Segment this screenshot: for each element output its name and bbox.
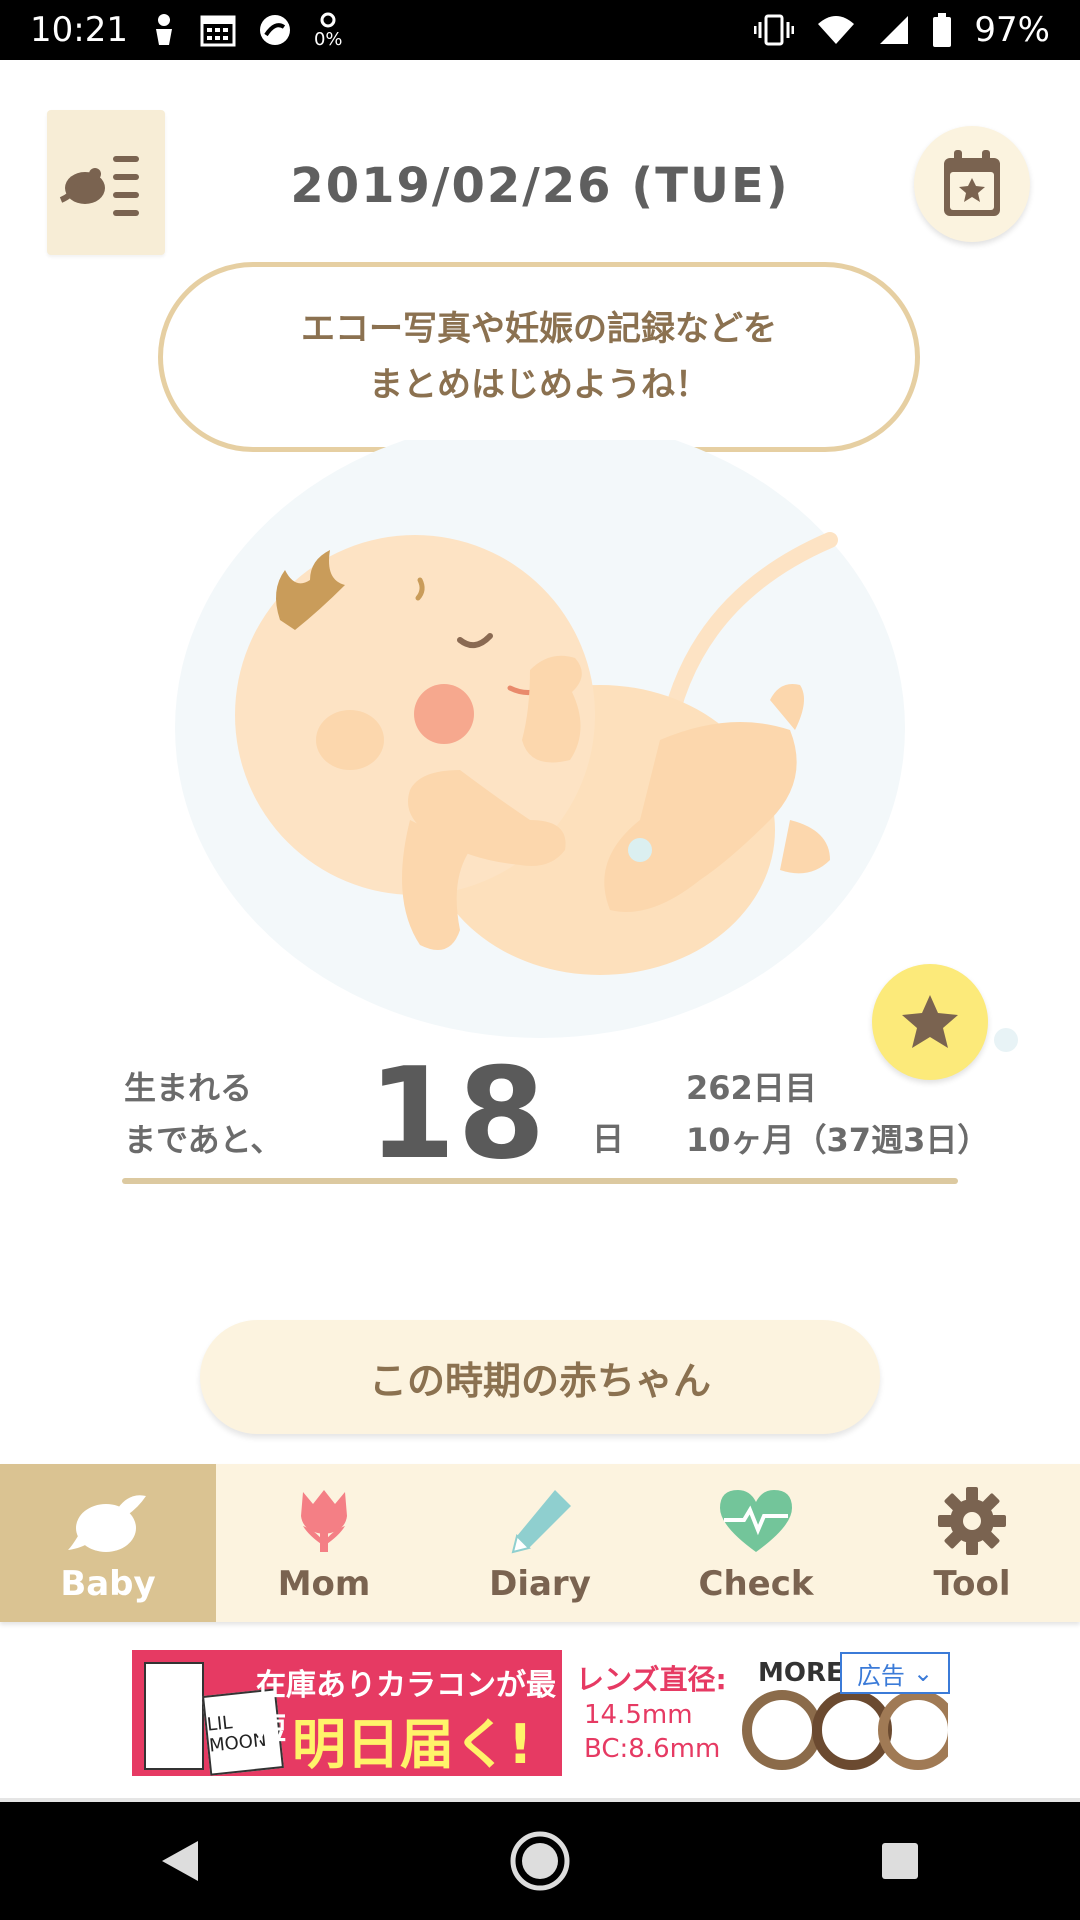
navigation-bar bbox=[0, 1802, 1080, 1920]
star-icon bbox=[902, 995, 958, 1048]
countdown-label: 生まれる まであと、 bbox=[124, 1062, 282, 1166]
chevron-down-icon: ⌄ bbox=[912, 1659, 934, 1687]
days-unit: 日 bbox=[592, 1120, 625, 1158]
ad-lens-diameter: 14.5mm bbox=[584, 1700, 693, 1730]
countdown-divider bbox=[122, 1178, 958, 1184]
lens-image bbox=[742, 1690, 822, 1770]
day-count: 262日目 bbox=[686, 1069, 817, 1107]
month-week: 10ヶ月（37週3日） bbox=[686, 1121, 990, 1159]
baby-status-icon bbox=[150, 13, 178, 47]
signal-icon bbox=[878, 14, 910, 46]
calendar-star-icon bbox=[944, 150, 1000, 216]
back-icon bbox=[162, 1841, 198, 1881]
lens-image bbox=[878, 1690, 948, 1770]
tab-tool[interactable]: Tool bbox=[864, 1464, 1080, 1622]
bird-icon bbox=[68, 1486, 148, 1556]
vibrate-icon bbox=[754, 14, 795, 46]
gear-icon bbox=[932, 1486, 1012, 1556]
ad-label: 広告 bbox=[856, 1661, 905, 1690]
home-icon bbox=[510, 1831, 570, 1891]
ad-phone-image bbox=[144, 1662, 204, 1770]
tab-diary[interactable]: Diary bbox=[432, 1464, 648, 1622]
pregnancy-progress: 262日目 10ヶ月（37週3日） bbox=[686, 1062, 989, 1166]
baby-illustration[interactable] bbox=[170, 418, 910, 1050]
recents-icon bbox=[882, 1843, 918, 1879]
status-time: 10:21 bbox=[30, 10, 128, 50]
bubble-line-2: まとめはじめようね！ bbox=[369, 365, 709, 405]
baby-this-period-button[interactable]: この時期の赤ちゃん bbox=[200, 1320, 880, 1434]
ad-label-button[interactable]: 広告 ⌄ bbox=[840, 1652, 950, 1694]
wifi-icon bbox=[816, 14, 856, 46]
status-bar: 10:21 0% 97% bbox=[0, 0, 1080, 60]
countdown-label-line-2: まであと、 bbox=[124, 1121, 283, 1159]
data-saver-icon: 0% bbox=[314, 11, 343, 50]
recents-button[interactable] bbox=[850, 1811, 950, 1911]
heartbeat-icon bbox=[716, 1486, 796, 1556]
app-status-icon bbox=[258, 13, 292, 47]
battery-icon bbox=[932, 13, 952, 47]
ad-lens-bc: BC:8.6mm bbox=[584, 1734, 721, 1764]
ad-left-panel: LIL MOON 在庫ありカラコンが最短 明日届く! bbox=[132, 1650, 562, 1776]
ad-lens-title: レンズ直径: bbox=[576, 1663, 727, 1696]
speech-bubble: エコー写真や妊娠の記録などを まとめはじめようね！ bbox=[158, 262, 920, 452]
decorative-dot bbox=[994, 1028, 1018, 1052]
bubble-line-1: エコー写真や妊娠の記録などを bbox=[301, 309, 777, 349]
tab-baby-label: Baby bbox=[60, 1564, 156, 1604]
days-remaining: 18 bbox=[368, 1040, 548, 1187]
ad-tagline: 明日届く! bbox=[292, 1713, 533, 1776]
calendar-status-icon bbox=[200, 12, 236, 48]
tab-diary-label: Diary bbox=[489, 1564, 591, 1604]
tab-mom[interactable]: Mom bbox=[216, 1464, 432, 1622]
pencil-icon bbox=[500, 1486, 580, 1556]
tab-bar: Baby Mom Diary Check Tool bbox=[0, 1464, 1080, 1622]
tab-check-label: Check bbox=[698, 1564, 814, 1604]
ad-banner[interactable]: LIL MOON 在庫ありカラコンが最短 明日届く! レンズ直径: 14.5mm… bbox=[132, 1650, 948, 1776]
battery-percent: 97% bbox=[974, 10, 1050, 50]
home-button[interactable] bbox=[490, 1811, 590, 1911]
tab-baby[interactable]: Baby bbox=[0, 1464, 216, 1622]
tab-mom-label: Mom bbox=[277, 1564, 371, 1604]
calendar-button[interactable] bbox=[914, 126, 1030, 242]
tulip-icon bbox=[284, 1486, 364, 1556]
tab-check[interactable]: Check bbox=[648, 1464, 864, 1622]
countdown-label-line-1: 生まれる bbox=[124, 1069, 253, 1107]
tab-tool-label: Tool bbox=[933, 1564, 1011, 1604]
data-percent: 0% bbox=[313, 28, 343, 50]
ad-brand: MORE bbox=[758, 1658, 844, 1688]
back-button[interactable] bbox=[130, 1811, 230, 1911]
